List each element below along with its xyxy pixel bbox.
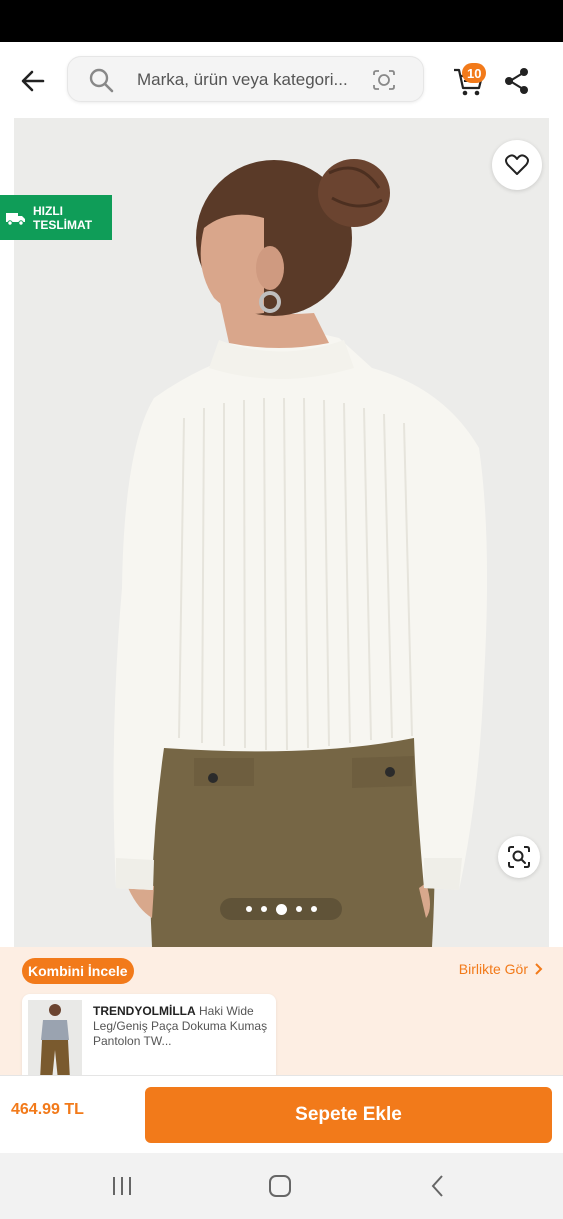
add-to-cart-button[interactable]: Sepete Ekle (145, 1087, 552, 1143)
combo-label: Kombini İncele (22, 958, 134, 984)
visual-search-icon (508, 846, 530, 868)
home-icon (269, 1175, 291, 1197)
back-button[interactable] (14, 62, 52, 100)
heart-icon (505, 154, 529, 175)
see-together-link[interactable]: Birlikte Gör (459, 961, 543, 977)
product-detail-page: Marka, ürün veya kategori... 10 HIZLI TE… (0, 0, 563, 1219)
recent-apps-button[interactable] (102, 1171, 142, 1201)
search-icon (89, 68, 114, 93)
search-box[interactable]: Marka, ürün veya kategori... (67, 56, 424, 102)
back-arrow-icon (21, 70, 45, 92)
page-dot[interactable] (260, 906, 267, 912)
see-together-label: Birlikte Gör (458, 961, 528, 977)
page-dot[interactable] (310, 906, 317, 912)
combo-section: Kombini İncele Birlikte Gör TRENDYOLMİLL… (0, 947, 563, 1075)
delivery-truck-icon (6, 212, 25, 226)
product-image-gallery[interactable] (14, 118, 549, 947)
cart-count-badge: 10 (462, 63, 487, 83)
image-pagination (220, 898, 342, 920)
combo-product-image (28, 1000, 82, 1075)
page-dot[interactable] (295, 906, 302, 912)
purchase-bar: 464.99 TL Sepete Ekle (0, 1075, 563, 1153)
combo-product-brand: TRENDYOLMİLLA (93, 1004, 196, 1018)
combo-product-card[interactable]: TRENDYOLMİLLA Haki Wide Leg/Geniş Paça D… (22, 994, 276, 1075)
home-button[interactable] (260, 1171, 300, 1201)
page-dot[interactable] (245, 906, 252, 912)
fast-delivery-label: HIZLI TESLİMAT (33, 203, 93, 232)
product-photo (14, 118, 549, 947)
search-input[interactable]: Marka, ürün veya kategori... (137, 70, 357, 90)
recent-apps-icon (113, 1177, 131, 1195)
chevron-left-icon (431, 1175, 443, 1197)
product-price: 464.99 TL (11, 1101, 84, 1118)
favorite-button[interactable] (492, 140, 542, 190)
system-navigation-bar (0, 1153, 563, 1219)
status-bar (0, 0, 563, 42)
page-dot-active[interactable] (275, 903, 287, 915)
top-bar: Marka, ürün veya kategori... 10 (0, 42, 563, 118)
chevron-right-icon (535, 963, 543, 975)
combo-product-title: TRENDYOLMİLLA Haki Wide Leg/Geniş Paça D… (93, 1004, 269, 1049)
camera-icon[interactable] (371, 67, 397, 93)
share-icon (505, 68, 528, 94)
visual-search-button[interactable] (498, 836, 540, 878)
fast-delivery-badge: HIZLI TESLİMAT (0, 195, 112, 240)
system-back-button[interactable] (418, 1171, 458, 1201)
share-button[interactable] (502, 66, 532, 96)
